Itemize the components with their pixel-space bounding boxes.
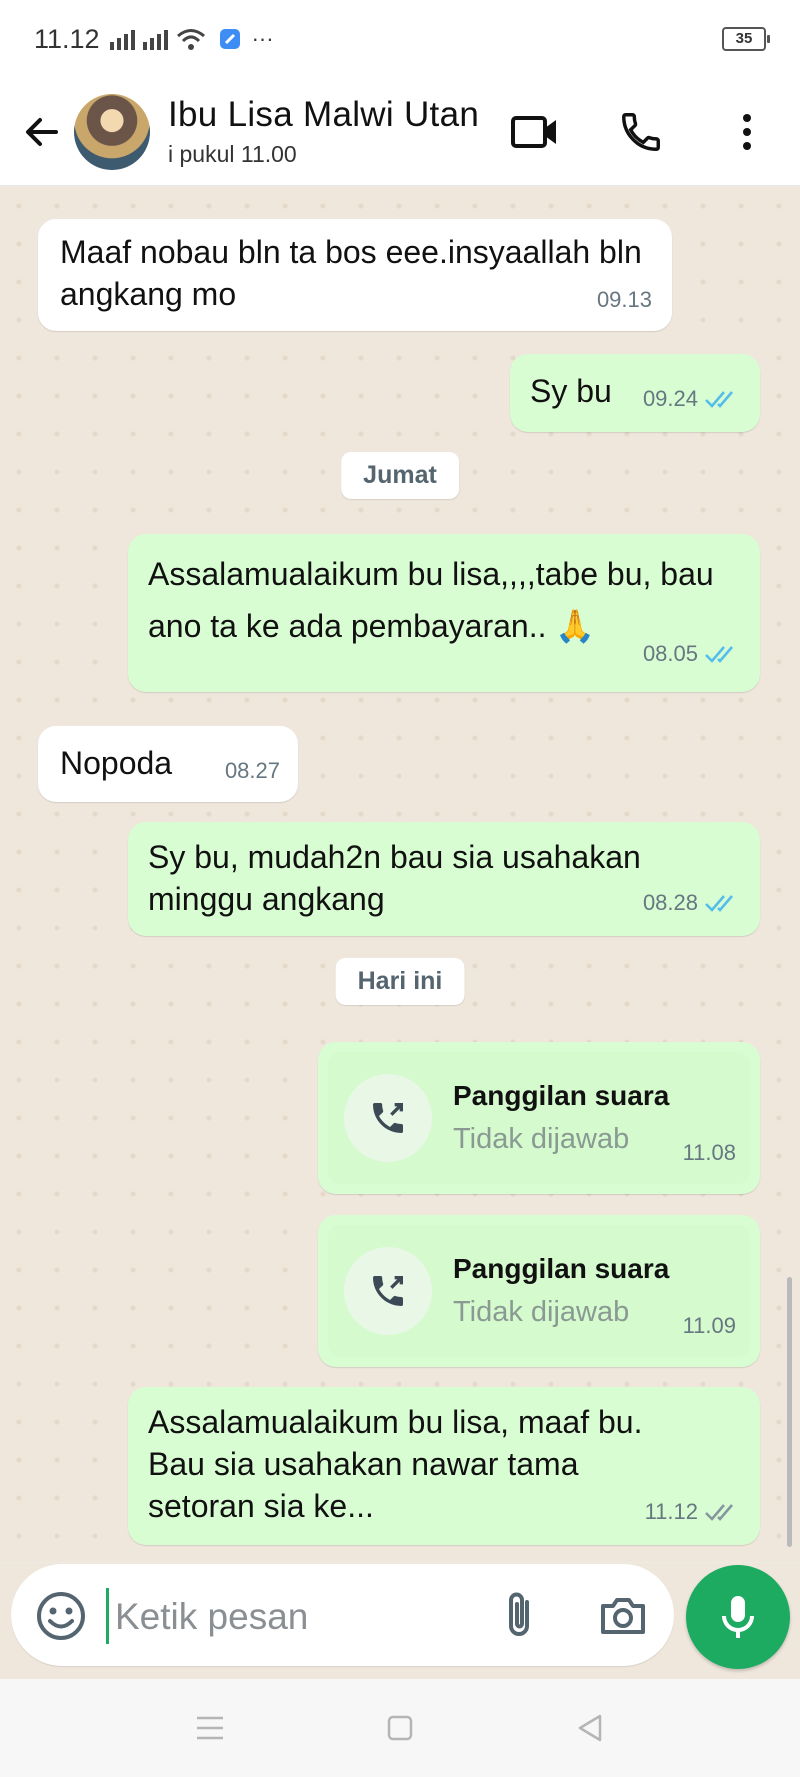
message-text: Sy bu [530, 373, 612, 409]
signal-icon [109, 28, 135, 50]
more-notifications-icon: ··· [251, 26, 274, 51]
message-text: Assalamualaikum bu lisa,,,,tabe bu, bau … [148, 556, 714, 644]
text-caret [106, 1588, 109, 1644]
message-outgoing[interactable]: Sy bu, mudah2n bau sia usahakan minggu a… [128, 822, 760, 936]
composer-bar: Ketik pesan [0, 1563, 800, 1679]
call-message[interactable]: Panggilan suara Tidak dijawab 11.09 [318, 1215, 760, 1367]
call-outgoing-icon [373, 1276, 403, 1306]
call-icon-circle [344, 1247, 432, 1335]
scrollbar[interactable] [787, 1277, 792, 1547]
mic-icon [722, 1596, 754, 1638]
phone-icon [622, 112, 660, 151]
back-button[interactable] [12, 102, 72, 162]
call-icon-circle [344, 1074, 432, 1162]
back-arrow-icon [26, 117, 58, 146]
more-vert-icon [743, 113, 751, 150]
attach-icon[interactable] [493, 1588, 549, 1644]
message-text: Sy bu, mudah2n bau sia usahakan minggu a… [148, 839, 641, 917]
emoji-icon[interactable] [33, 1588, 89, 1644]
nav-home-button[interactable] [380, 1708, 420, 1748]
date-divider: Jumat [341, 452, 459, 499]
last-seen: i pukul 11.00 [168, 141, 297, 167]
double-check-icon [705, 646, 733, 663]
date-divider: Hari ini [335, 958, 465, 1005]
contact-name: Ibu Lisa Malwi Utan [168, 95, 480, 134]
call-status: Tidak dijawab [453, 1296, 630, 1328]
message-time: 11.08 [682, 1140, 736, 1165]
message-time: 09.13 [596, 287, 652, 312]
chat-area[interactable]: Maaf nobau bln ta bos eee.insyaallah bln… [0, 187, 800, 1562]
message-time: 08.27 [224, 758, 280, 783]
video-call-icon [511, 115, 556, 148]
message-text: Nopoda [60, 745, 173, 781]
avatar[interactable] [74, 93, 150, 170]
nav-back-button[interactable] [570, 1708, 610, 1748]
mic-button[interactable] [686, 1565, 790, 1669]
message-incoming[interactable]: Nopoda 08.27 [38, 726, 298, 802]
message-time: 09.24 [642, 386, 698, 411]
status-bar: 11.12 ··· 35 [0, 0, 800, 78]
call-title: Panggilan suara [453, 1253, 670, 1284]
message-incoming[interactable]: Maaf nobau bln ta bos eee.insyaallah bln… [38, 219, 672, 331]
more-options-button[interactable] [712, 97, 782, 167]
double-check-icon [705, 391, 733, 408]
camera-icon[interactable] [595, 1588, 651, 1644]
nav-back-icon [578, 1714, 602, 1742]
chat-header: Ibu Lisa Malwi Utan i pukul 11.00 [0, 78, 800, 186]
nav-home-icon [387, 1715, 413, 1741]
message-outgoing[interactable]: Assalamualaikum bu lisa, maaf bu. Bau si… [128, 1387, 760, 1545]
app-notification-icon [219, 29, 240, 49]
signal-icon [142, 28, 168, 50]
message-time: 11.12 [644, 1499, 698, 1524]
message-input[interactable]: Ketik pesan [115, 1596, 308, 1638]
double-check-icon [705, 895, 733, 912]
system-nav-bar [0, 1679, 800, 1777]
double-check-icon [705, 1504, 733, 1521]
message-time: 08.28 [642, 890, 698, 915]
message-time: 11.09 [682, 1313, 736, 1338]
call-title: Panggilan suara [453, 1080, 670, 1111]
message-time: 08.05 [642, 641, 698, 666]
message-text: Maaf nobau bln ta bos eee.insyaallah bln… [60, 234, 642, 312]
battery-icon: 35 [722, 27, 770, 51]
wifi-icon [176, 29, 205, 50]
call-outgoing-icon [373, 1103, 403, 1133]
video-call-button[interactable] [500, 97, 570, 167]
message-text: Assalamualaikum bu lisa, maaf bu. Bau si… [148, 1404, 643, 1524]
nav-menu-icon [197, 1716, 223, 1740]
message-outgoing[interactable]: Assalamualaikum bu lisa,,,,tabe bu, bau … [128, 534, 760, 692]
message-input-box[interactable]: Ketik pesan [11, 1564, 674, 1666]
status-time: 11.12 [34, 23, 100, 54]
voice-call-button[interactable] [606, 97, 676, 167]
nav-menu-button[interactable] [190, 1708, 230, 1748]
contact-info[interactable]: Ibu Lisa Malwi Utan i pukul 11.00 [168, 95, 500, 168]
message-outgoing[interactable]: Sy bu 09.24 [510, 354, 760, 432]
call-status: Tidak dijawab [453, 1123, 630, 1155]
call-message[interactable]: Panggilan suara Tidak dijawab 11.08 [318, 1042, 760, 1194]
